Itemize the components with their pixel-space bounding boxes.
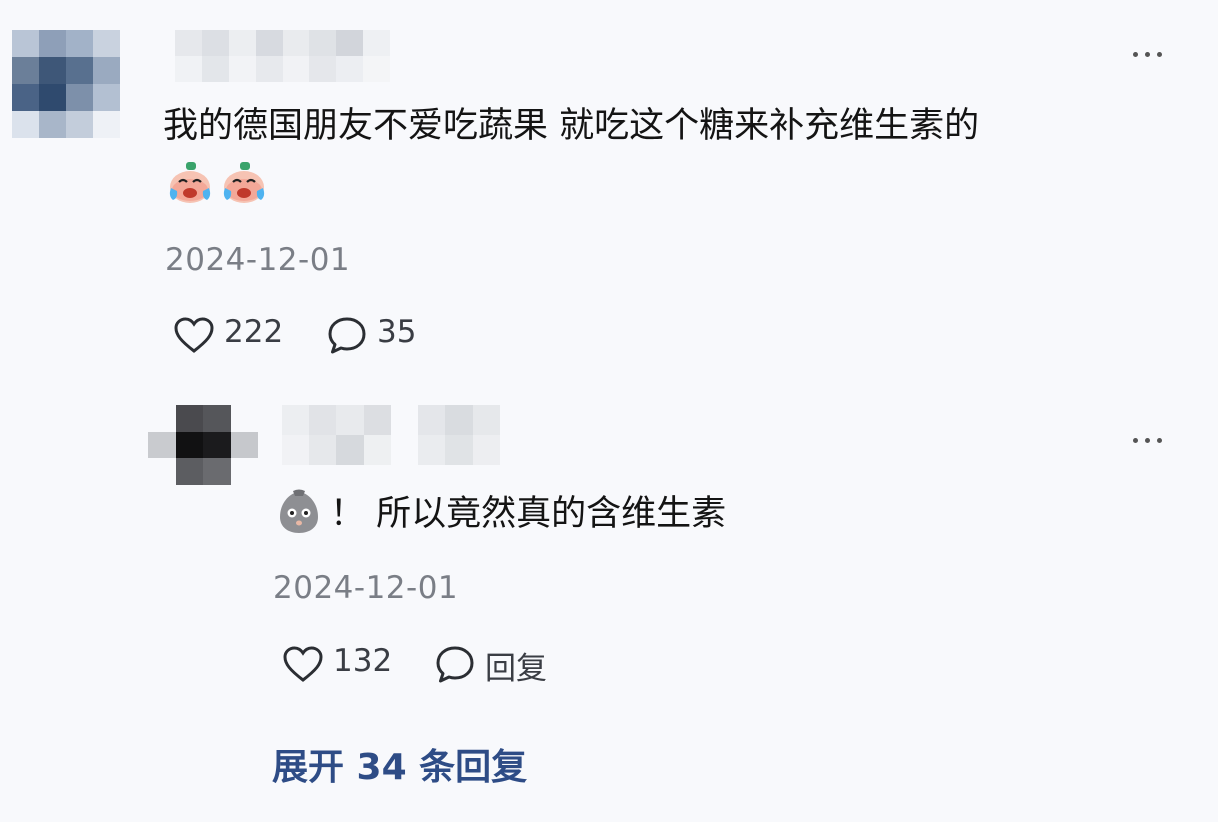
username[interactable]: [175, 30, 390, 82]
heart-icon[interactable]: [173, 316, 215, 354]
reply-text: ！ 所以竟然真的含维生素: [330, 494, 727, 534]
avatar[interactable]: [12, 30, 120, 138]
crying-laugh-face-icon: [169, 162, 211, 203]
reply-comment-bubble-icon[interactable]: [434, 644, 476, 686]
reply-heart-icon[interactable]: [282, 645, 324, 683]
more-options-icon[interactable]: [1133, 52, 1162, 57]
comment-text: 我的德国朋友不爱吃蔬果 就吃这个糖来补充维生素的: [163, 106, 980, 146]
reply-like-count[interactable]: 132: [333, 643, 392, 679]
sweating-face-icon: [280, 489, 318, 533]
crying-laugh-face-icon: [223, 162, 265, 203]
comment-bubble-icon[interactable]: [326, 315, 368, 357]
reply-username[interactable]: [282, 405, 527, 465]
reply-date: 2024-12-01: [273, 570, 459, 606]
like-count[interactable]: 222: [224, 314, 283, 350]
reply-avatar[interactable]: [148, 405, 258, 485]
reply-count[interactable]: 35: [377, 314, 416, 350]
comment-date: 2024-12-01: [165, 242, 351, 278]
reply-button-label[interactable]: 回复: [485, 643, 547, 688]
expand-replies-link[interactable]: 展开 34 条回复: [272, 738, 527, 790]
reply-more-options-icon[interactable]: [1133, 438, 1162, 443]
